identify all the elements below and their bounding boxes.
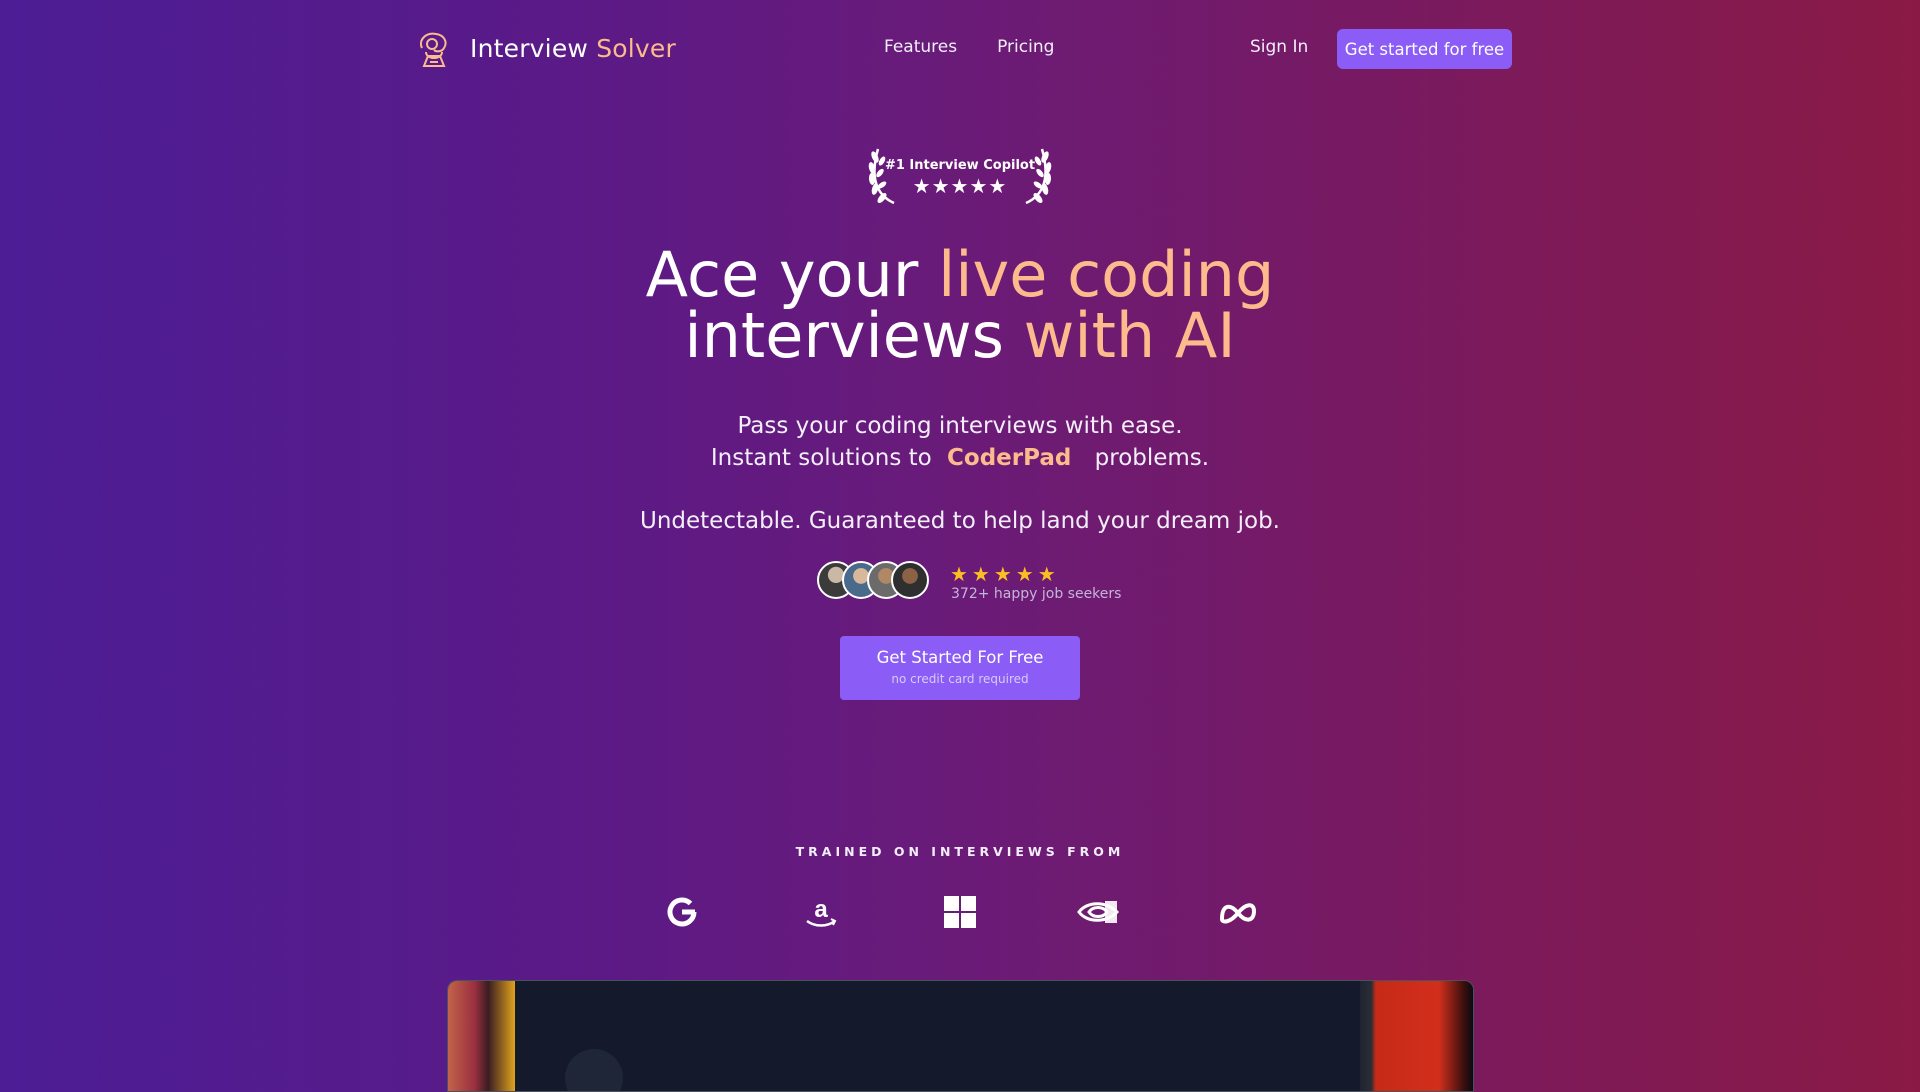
nvidia-icon — [1076, 890, 1120, 934]
coderpad-brand: CoderPad — [947, 445, 1072, 471]
hero-subtitle-line2-b: problems. — [1094, 445, 1210, 471]
amazon-icon: a — [799, 890, 843, 934]
preview-left-panel — [448, 981, 515, 1091]
company-logos: a — [0, 890, 1920, 934]
hero-subtitle-line2-a: Instant solutions to — [710, 445, 932, 471]
preview-right-panel — [1360, 981, 1473, 1091]
hero-subtitle-line1: Pass your coding interviews with ease. — [737, 413, 1183, 439]
brand-name-part2: Solver — [596, 33, 676, 63]
mascot-logo-icon — [420, 32, 447, 67]
hero-tagline: Undetectable. Guaranteed to help land yo… — [639, 508, 1280, 534]
hero-title-line2-b: with AI — [1023, 299, 1236, 372]
microsoft-icon — [938, 890, 982, 934]
brand-name: Interview Solver — [470, 34, 676, 63]
get-started-header-button[interactable]: Get started for free — [1337, 29, 1512, 69]
hero-subtitle: Pass your coding interviews with ease. I… — [0, 410, 1920, 474]
nav-link-features[interactable]: Features — [884, 37, 957, 57]
trained-heading: TRAINED ON INTERVIEWS FROM — [795, 844, 1125, 859]
main-nav: Features Pricing — [884, 37, 1054, 57]
hero-title-line2-a: interviews — [684, 299, 1004, 372]
nav-link-pricing[interactable]: Pricing — [997, 37, 1054, 57]
meta-icon — [1216, 890, 1260, 934]
brand-logo[interactable]: Interview Solver — [412, 26, 676, 70]
brand-name-part1: Interview — [470, 33, 589, 63]
hero-subtitle-line2: Instant solutions to CoderPad problems. — [0, 442, 1920, 474]
get-started-main-label: Get Started For Free — [876, 648, 1044, 667]
get-started-main-sublabel: no credit card required — [891, 672, 1029, 686]
google-icon — [660, 890, 704, 934]
award-badge: #1 Interview Copilot ★★★★★ — [866, 143, 1054, 207]
laurel-right-icon — [1025, 148, 1052, 205]
avatar — [891, 561, 929, 599]
hero-title: Ace your live coding interviews with AI — [0, 244, 1920, 367]
product-preview-window — [447, 980, 1474, 1092]
get-started-main-button[interactable]: Get Started For Free no credit card requ… — [840, 636, 1080, 700]
svg-text:a: a — [814, 896, 828, 923]
sign-in-link[interactable]: Sign In — [1250, 37, 1308, 57]
avatar-group — [817, 561, 929, 599]
rating-stars: ★★★★★ — [950, 562, 1060, 586]
site-header: Interview Solver Features Pricing Sign I… — [0, 0, 1920, 98]
rating-text: 372+ happy job seekers — [951, 586, 1122, 602]
preview-main-panel — [515, 981, 1360, 1091]
